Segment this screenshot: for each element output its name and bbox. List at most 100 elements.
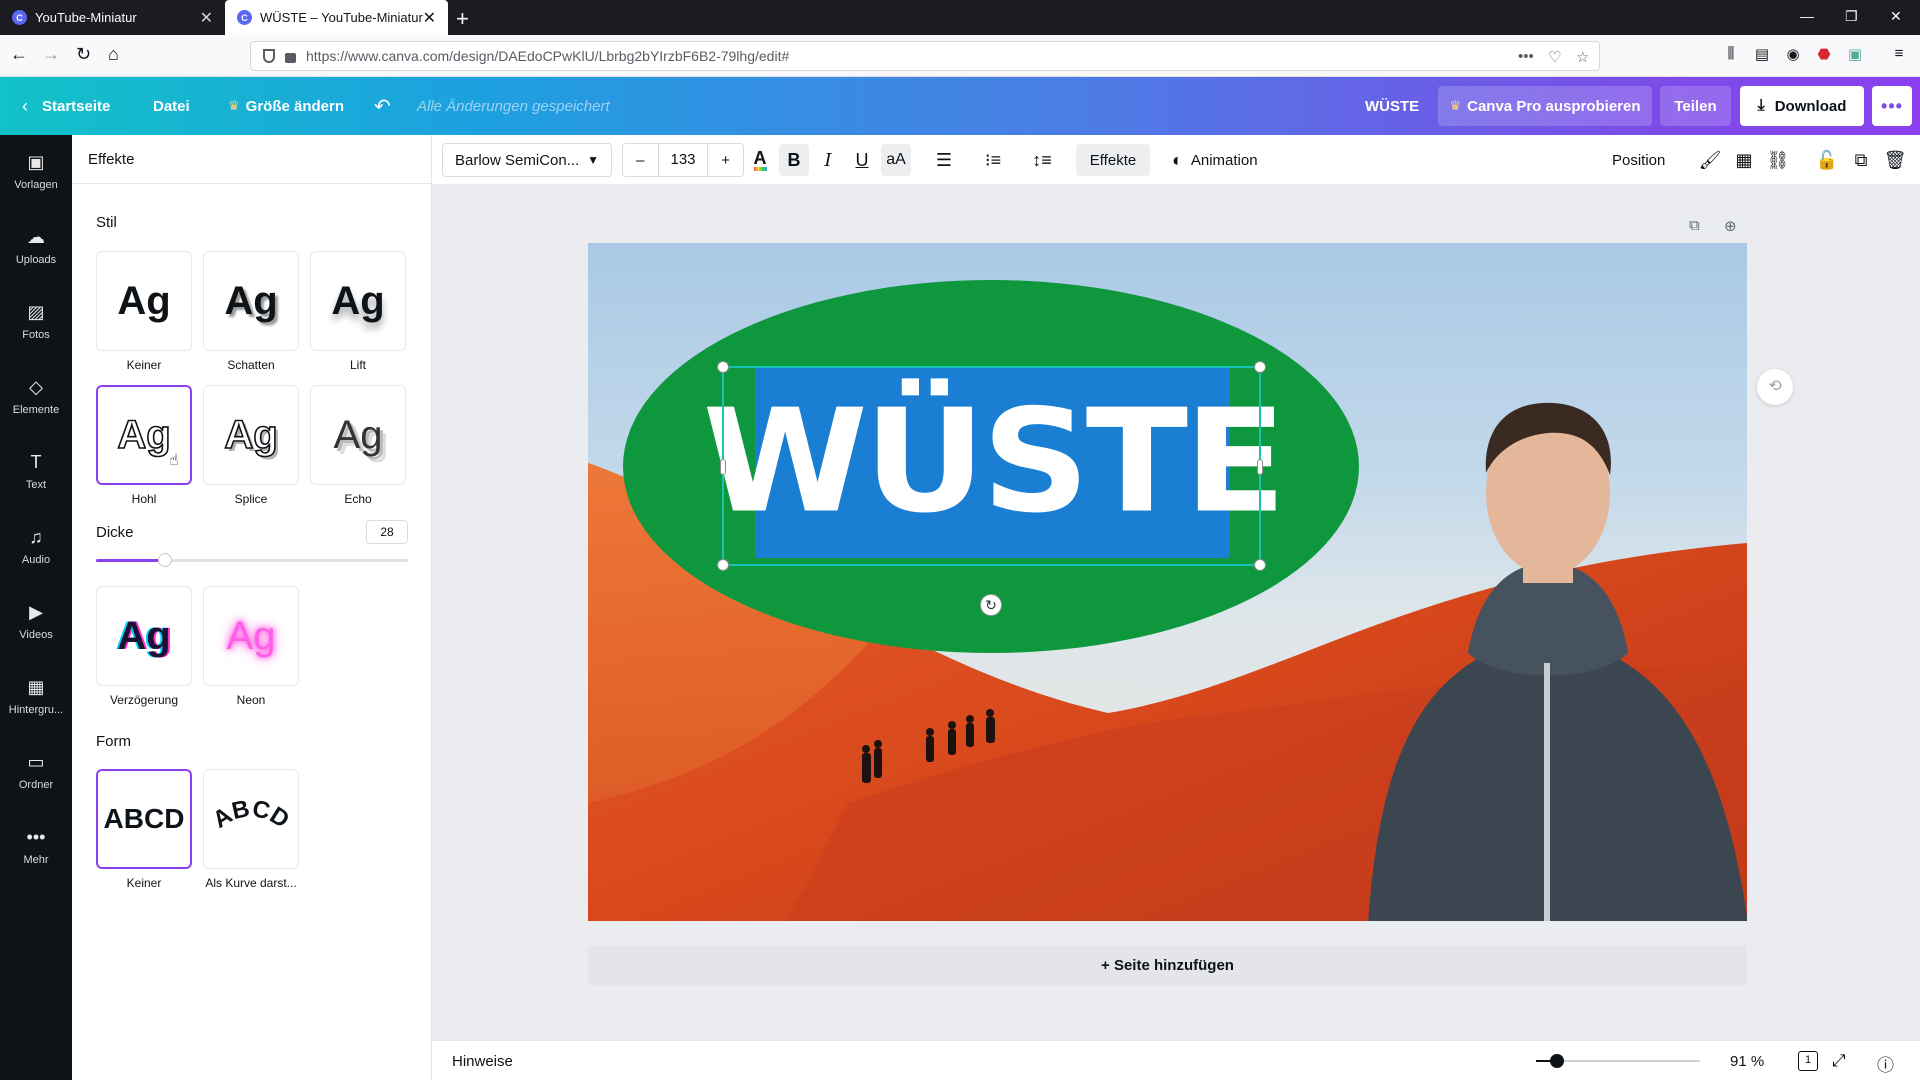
- minimize-icon[interactable]: —: [1800, 8, 1814, 24]
- transparency-icon[interactable]: ▦: [1729, 135, 1759, 185]
- text-toolbar: Barlow SemiCon... ▼ – 133 + A B I U aA ☰…: [432, 135, 1920, 185]
- bookmark-star-icon[interactable]: ☆: [1576, 48, 1589, 66]
- effect-card-neon[interactable]: Ag: [203, 586, 299, 686]
- home-link[interactable]: ‹ Startseite: [22, 77, 110, 135]
- trash-icon[interactable]: 🗑: [1880, 135, 1910, 185]
- bold-button[interactable]: B: [779, 144, 809, 176]
- thickness-input[interactable]: 28: [366, 520, 408, 544]
- design-page[interactable]: WÜSTE ↻: [588, 243, 1747, 921]
- menu-icon[interactable]: ≡: [1890, 45, 1908, 63]
- zoom-slider[interactable]: [1536, 1054, 1700, 1068]
- font-size-input[interactable]: 133: [657, 144, 709, 176]
- download-button[interactable]: ⤓ Download: [1740, 86, 1864, 126]
- italic-button[interactable]: I: [813, 135, 843, 185]
- try-pro-button[interactable]: ♛ Canva Pro ausprobieren: [1438, 86, 1652, 126]
- rail-item-vorlagen[interactable]: ▣ Vorlagen: [0, 135, 72, 205]
- shape-card-curve[interactable]: ABCD: [203, 769, 299, 869]
- effect-card-echo[interactable]: Ag: [310, 385, 406, 485]
- adblock-icon[interactable]: ⬣: [1815, 45, 1833, 63]
- animation-button[interactable]: ◐ Animation: [1172, 135, 1258, 185]
- account-icon[interactable]: ◉: [1784, 45, 1802, 63]
- home-icon[interactable]: ⌂: [108, 44, 119, 65]
- add-page-button[interactable]: + Seite hinzufügen: [588, 945, 1747, 985]
- browser-tab-active[interactable]: C WÜSTE – YouTube-Miniatur ✕: [225, 0, 448, 35]
- shape-card-none[interactable]: ABCD: [96, 769, 192, 869]
- design-title[interactable]: WÜSTE: [1365, 77, 1419, 135]
- person-photo: [1368, 402, 1747, 921]
- back-arrow-icon[interactable]: ←: [10, 44, 28, 65]
- resize-handle[interactable]: [720, 459, 726, 475]
- effect-sample: Ag: [224, 278, 278, 323]
- effect-card-shadow[interactable]: Ag: [203, 251, 299, 351]
- rail-item-hintergru-[interactable]: ▦ Hintergru...: [0, 660, 72, 730]
- resize-handle[interactable]: [1257, 459, 1263, 475]
- new-tab-button[interactable]: +: [456, 6, 469, 32]
- bullet-list-icon[interactable]: ⁝≡: [978, 135, 1008, 185]
- effect-card-lift[interactable]: Ag: [310, 251, 406, 351]
- effects-button[interactable]: Effekte: [1076, 144, 1150, 176]
- increase-size-button[interactable]: +: [708, 152, 743, 169]
- rail-item-uploads[interactable]: ☁ Uploads: [0, 210, 72, 280]
- undo-icon[interactable]: ↶: [374, 77, 391, 135]
- effect-card-splice[interactable]: Ag: [203, 385, 299, 485]
- underline-button[interactable]: U: [847, 135, 877, 185]
- help-icon[interactable]: ⓘ: [1877, 1051, 1894, 1076]
- browser-tab[interactable]: C YouTube-Miniatur ✕: [0, 0, 225, 35]
- lock-icon[interactable]: 🔓: [1812, 135, 1842, 185]
- rail-item-text[interactable]: T Text: [0, 435, 72, 505]
- resize-handle[interactable]: [1254, 559, 1266, 571]
- rail-item-ordner[interactable]: ▭ Ordner: [0, 735, 72, 805]
- forward-arrow-icon[interactable]: →: [42, 44, 60, 65]
- page-actions-icon[interactable]: •••: [1518, 48, 1534, 65]
- rail-item-label: Videos: [19, 629, 53, 641]
- library-icon[interactable]: ⫼: [1722, 45, 1740, 63]
- close-tab-icon[interactable]: ✕: [200, 8, 213, 28]
- file-menu[interactable]: Datei: [153, 77, 190, 135]
- restore-icon[interactable]: ❐: [1845, 8, 1858, 25]
- rail-item-mehr[interactable]: ••• Mehr: [0, 810, 72, 880]
- zoom-level[interactable]: 91 %: [1730, 1053, 1764, 1070]
- rotate-handle-icon[interactable]: ↻: [980, 594, 1002, 616]
- thickness-slider[interactable]: [96, 553, 408, 567]
- align-center-icon[interactable]: ☰: [929, 135, 959, 185]
- close-tab-icon[interactable]: ✕: [423, 8, 436, 28]
- close-window-icon[interactable]: ✕: [1890, 8, 1902, 25]
- effect-sample: Ag: [117, 613, 171, 658]
- position-button[interactable]: Position: [1612, 135, 1665, 185]
- effect-card-glitch[interactable]: Ag: [96, 586, 192, 686]
- refresh-icon[interactable]: ⟲: [1757, 369, 1793, 405]
- reload-icon[interactable]: ↻: [76, 44, 91, 65]
- paint-format-icon[interactable]: 🖌: [1695, 135, 1725, 185]
- pocket-icon[interactable]: ♡: [1548, 48, 1561, 66]
- fullscreen-icon[interactable]: ⤢: [1832, 1051, 1846, 1071]
- font-selector[interactable]: Barlow SemiCon... ▼: [442, 143, 612, 177]
- resize-handle[interactable]: [1254, 361, 1266, 373]
- rail-item-elemente[interactable]: ◇ Elemente: [0, 360, 72, 430]
- copy-page-icon[interactable]: ⧉: [1689, 217, 1700, 234]
- decrease-size-button[interactable]: –: [623, 152, 658, 169]
- resize-handle[interactable]: [717, 361, 729, 373]
- resize-handle[interactable]: [717, 559, 729, 571]
- rail-item-videos[interactable]: ▶ Videos: [0, 585, 72, 655]
- url-bar[interactable]: https://www.canva.com/design/DAEdoCPwKlU…: [250, 41, 1600, 71]
- sidebar-icon[interactable]: ▤: [1753, 45, 1771, 63]
- effect-card-hollow[interactable]: Ag: [96, 385, 192, 485]
- uppercase-button[interactable]: aA: [881, 144, 911, 176]
- line-spacing-icon[interactable]: ↕≡: [1027, 135, 1057, 185]
- more-options-button[interactable]: •••: [1872, 86, 1912, 126]
- rail-item-fotos[interactable]: ▨ Fotos: [0, 285, 72, 355]
- link-icon[interactable]: ⛓: [1763, 135, 1793, 185]
- extension-icon[interactable]: ▣: [1846, 45, 1864, 63]
- share-button[interactable]: Teilen: [1660, 86, 1731, 126]
- duplicate-icon[interactable]: ⧉: [1846, 135, 1876, 185]
- hints-button[interactable]: Hinweise: [452, 1053, 513, 1070]
- thickness-slider-handle[interactable]: [157, 553, 172, 567]
- text-color-button[interactable]: A: [745, 135, 775, 185]
- add-page-icon[interactable]: ⊕: [1724, 217, 1737, 235]
- rail-item-label: Hintergru...: [8, 704, 64, 716]
- page-count-button[interactable]: 1: [1798, 1051, 1818, 1071]
- zoom-slider-handle[interactable]: [1550, 1054, 1565, 1068]
- resize-menu[interactable]: ♛ Größe ändern: [228, 77, 344, 135]
- rail-item-audio[interactable]: ♫ Audio: [0, 510, 72, 580]
- effect-card-none[interactable]: Ag: [96, 251, 192, 351]
